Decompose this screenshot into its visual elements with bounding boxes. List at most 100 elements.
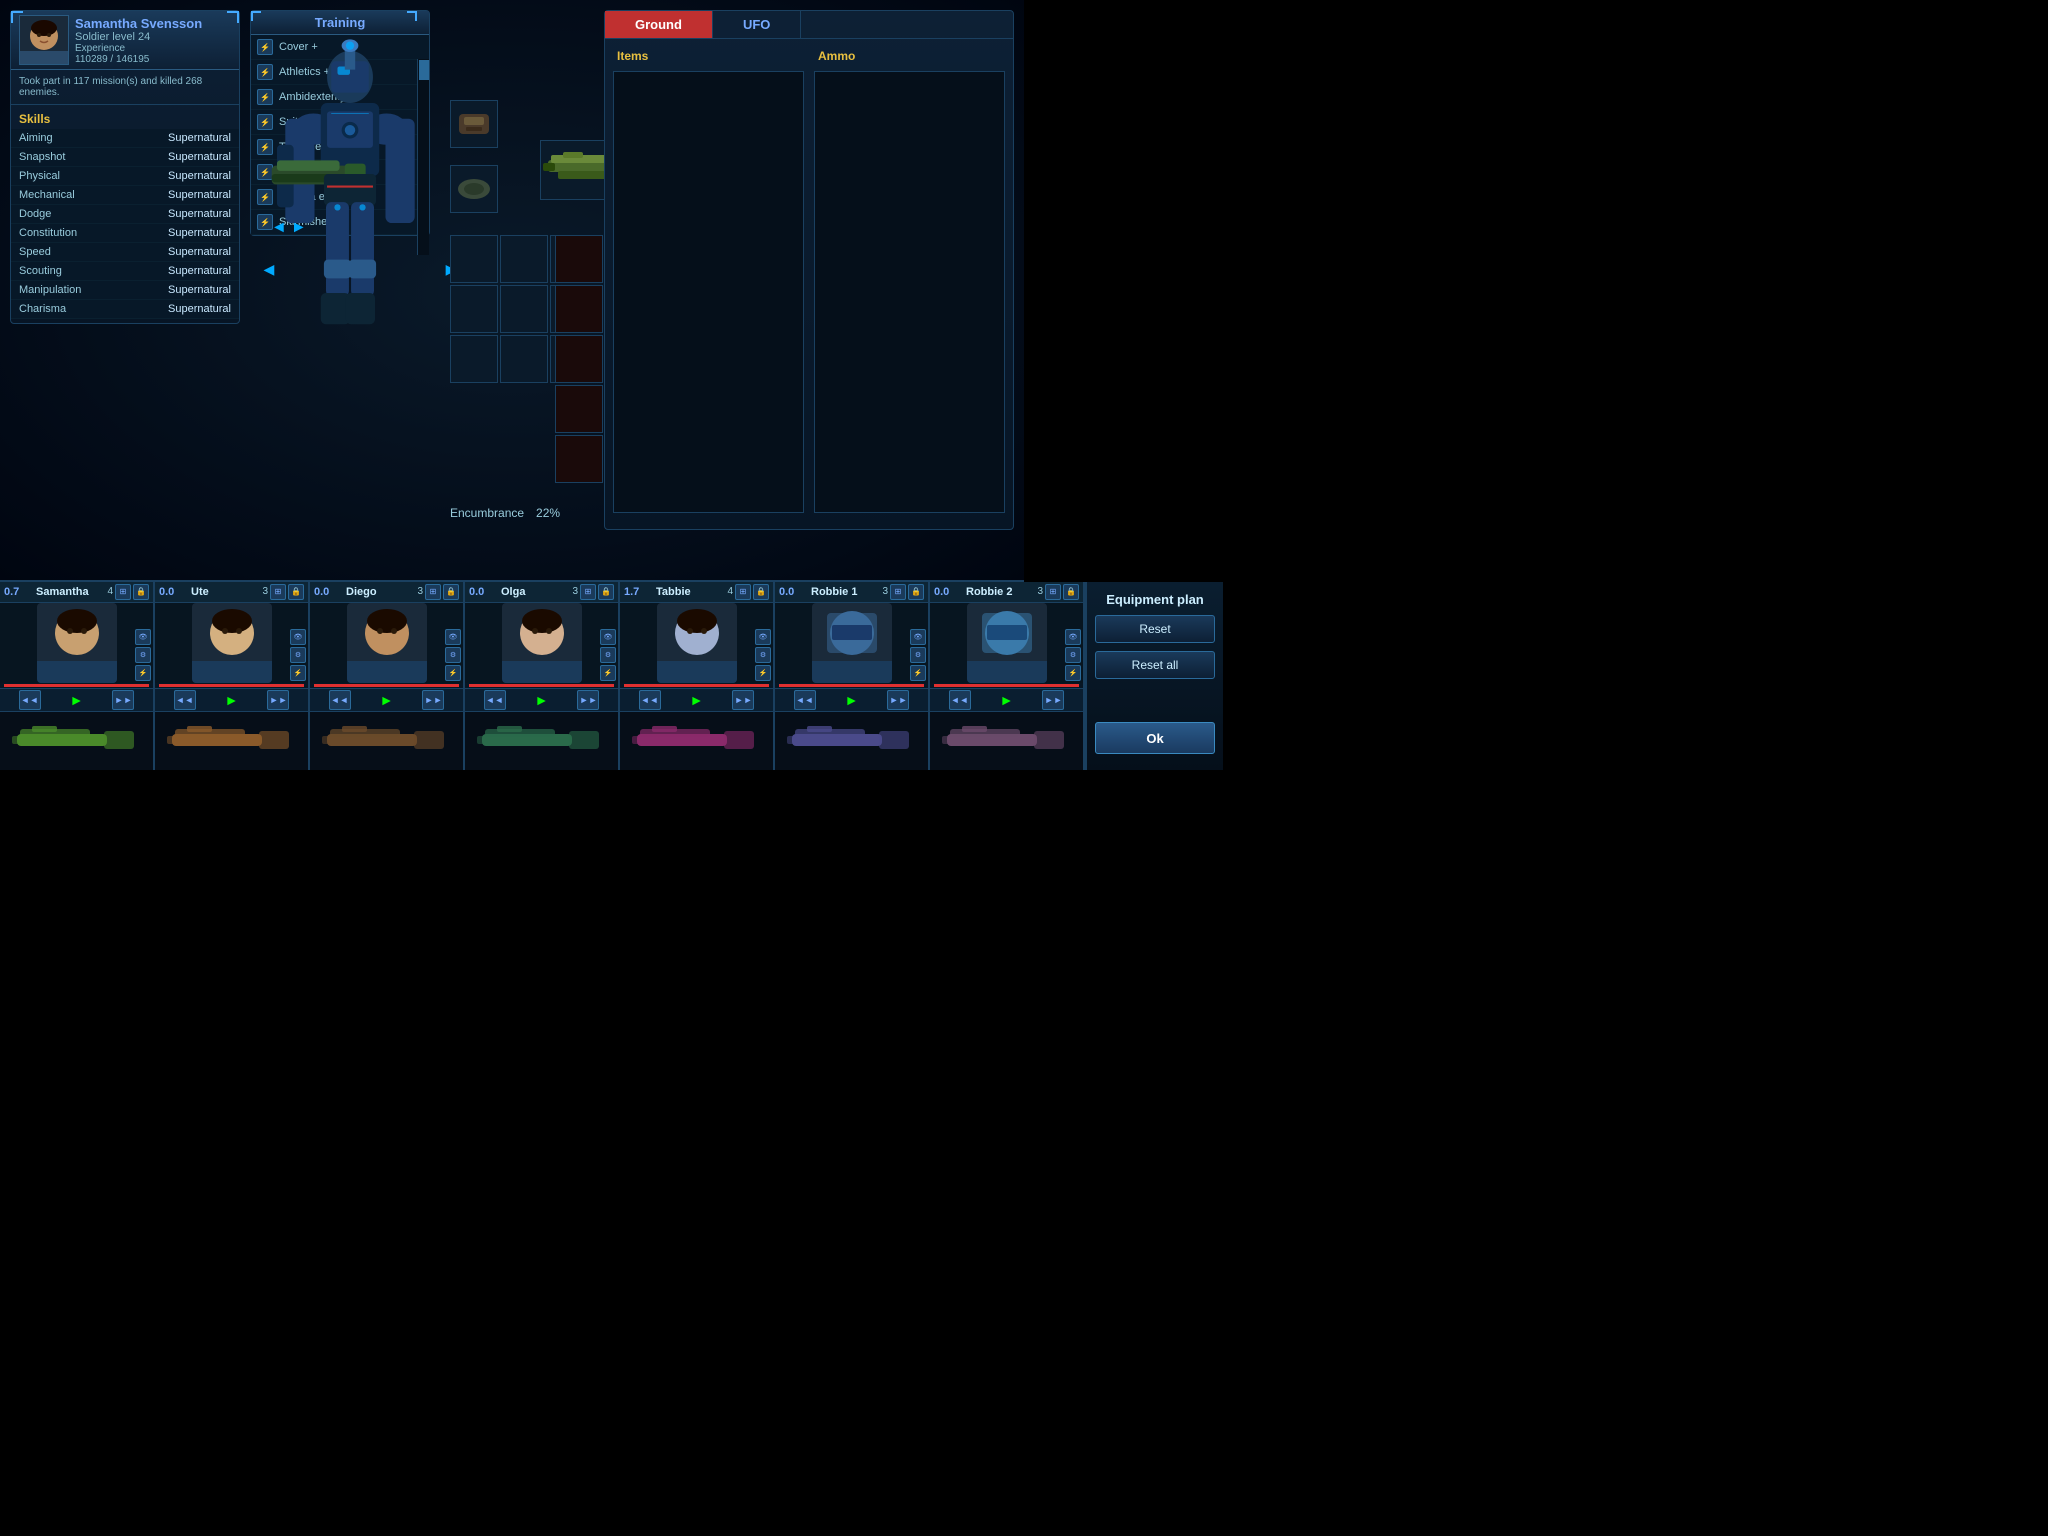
head-slot[interactable] bbox=[450, 100, 498, 148]
action-btn-1[interactable]: ◄◄ bbox=[794, 690, 816, 710]
reset-all-button[interactable]: Reset all bbox=[1095, 651, 1215, 679]
ammo-strip-2[interactable] bbox=[555, 285, 603, 333]
tab-ufo[interactable]: UFO bbox=[713, 11, 801, 38]
skill-name: Physical bbox=[19, 170, 60, 182]
face-portrait bbox=[347, 603, 427, 683]
card-icons: 3 ⊞ 🔒 bbox=[262, 584, 304, 600]
skill-row: CharismaSupernatural bbox=[11, 300, 239, 319]
soldier-card[interactable]: 0.0 Robbie 2 3 ⊞ 🔒 bbox=[930, 582, 1085, 770]
card-actions: ◄◄ ► ►► bbox=[310, 688, 463, 712]
inv-slot-5[interactable] bbox=[500, 285, 548, 333]
items-box[interactable] bbox=[613, 71, 804, 513]
action-btn-1[interactable]: ◄◄ bbox=[484, 690, 506, 710]
soldier-card[interactable]: 0.0 Diego 3 ⊞ 🔒 bbox=[310, 582, 465, 770]
items-label: Items bbox=[613, 47, 804, 65]
card-slot-icon: ⊞ bbox=[425, 584, 441, 600]
card-lock-icon: 🔒 bbox=[1063, 584, 1079, 600]
model-left-arrow[interactable]: ◄ bbox=[260, 260, 278, 281]
skill-row: SpeedSupernatural bbox=[11, 243, 239, 262]
soldier-info: Took part in 117 mission(s) and killed 2… bbox=[11, 70, 239, 105]
side-icon-1: 👁 bbox=[1065, 629, 1081, 645]
action-arrow[interactable]: ► bbox=[535, 692, 549, 708]
action-arrow[interactable]: ► bbox=[70, 692, 84, 708]
soldier-panel: Samantha Svensson Soldier level 24 Exper… bbox=[10, 10, 240, 324]
side-icon-2: ⚙ bbox=[755, 647, 771, 663]
soldier-card[interactable]: 0.7 Samantha 4 ⊞ 🔒 bbox=[0, 582, 155, 770]
action-btn-2[interactable]: ►► bbox=[112, 690, 134, 710]
skill-value: Supernatural bbox=[168, 208, 231, 220]
action-btn-1[interactable]: ◄◄ bbox=[949, 690, 971, 710]
action-arrow[interactable]: ► bbox=[380, 692, 394, 708]
inv-slot-1[interactable] bbox=[450, 235, 498, 283]
tab-bar: Ground UFO bbox=[605, 11, 1013, 39]
skill-name: Snapshot bbox=[19, 151, 65, 163]
action-btn-2[interactable]: ►► bbox=[732, 690, 754, 710]
side-icon-1: 👁 bbox=[445, 629, 461, 645]
card-weapon bbox=[930, 712, 1083, 770]
card-lock-icon: 🔒 bbox=[133, 584, 149, 600]
reset-button[interactable]: Reset bbox=[1095, 615, 1215, 643]
soldier-card[interactable]: 1.7 Tabbie 4 ⊞ 🔒 bbox=[620, 582, 775, 770]
ok-button[interactable]: Ok bbox=[1095, 722, 1215, 754]
soldier-name-block: Samantha Svensson Soldier level 24 Exper… bbox=[75, 16, 231, 65]
skills-section: Skills AimingSupernaturalSnapshotSuperna… bbox=[11, 105, 239, 323]
skill-value: Supernatural bbox=[168, 227, 231, 239]
ammo-strip-3[interactable] bbox=[555, 335, 603, 383]
ammo-strip-5[interactable] bbox=[555, 435, 603, 483]
action-arrow[interactable]: ► bbox=[690, 692, 704, 708]
action-btn-2[interactable]: ►► bbox=[577, 690, 599, 710]
card-name: Robbie 2 bbox=[966, 586, 1033, 598]
card-lock-icon: 🔒 bbox=[753, 584, 769, 600]
card-face: 👁 ⚙ ⚡ bbox=[930, 603, 1083, 683]
skill-name: Aiming bbox=[19, 132, 53, 144]
inv-slot-2[interactable] bbox=[500, 235, 548, 283]
tab-ground[interactable]: Ground bbox=[605, 11, 713, 38]
skills-list: Aiming Supernatural Snapshot Supernatural Ph… bbox=[11, 129, 239, 319]
skill-row: PhysicalSupernatural bbox=[11, 167, 239, 186]
action-btn-1[interactable]: ◄◄ bbox=[19, 690, 41, 710]
inv-slot-4[interactable] bbox=[450, 285, 498, 333]
action-btn-2[interactable]: ►► bbox=[1042, 690, 1064, 710]
soldier-level: Soldier level 24 bbox=[75, 31, 231, 43]
soldier-card[interactable]: 0.0 Ute 3 ⊞ 🔒 bbox=[155, 582, 310, 770]
ammo-box[interactable] bbox=[814, 71, 1005, 513]
hp-bar-container bbox=[934, 684, 1079, 687]
card-name: Diego bbox=[346, 586, 413, 598]
ammo-strip-4[interactable] bbox=[555, 385, 603, 433]
card-name: Samantha bbox=[36, 586, 103, 598]
encumbrance-value: 22% bbox=[536, 506, 560, 520]
card-icons: 3 ⊞ 🔒 bbox=[417, 584, 459, 600]
action-btn-2[interactable]: ►► bbox=[887, 690, 909, 710]
inv-slot-8[interactable] bbox=[500, 335, 548, 383]
ammo-column: Ammo bbox=[814, 47, 1005, 513]
action-arrow[interactable]: ► bbox=[225, 692, 239, 708]
soldier-card[interactable]: 0.0 Olga 3 ⊞ 🔒 bbox=[465, 582, 620, 770]
inv-slot-7[interactable] bbox=[450, 335, 498, 383]
card-score: 0.0 bbox=[934, 586, 962, 598]
card-slot-icon: ⊞ bbox=[270, 584, 286, 600]
side-icon-3: ⚡ bbox=[600, 665, 616, 681]
action-btn-2[interactable]: ►► bbox=[422, 690, 444, 710]
action-btn-1[interactable]: ◄◄ bbox=[639, 690, 661, 710]
soldier-exp: Experience 110289 / 146195 bbox=[75, 43, 231, 65]
action-arrow[interactable]: ► bbox=[845, 692, 859, 708]
action-btn-2[interactable]: ►► bbox=[267, 690, 289, 710]
side-icons: 👁 ⚙ ⚡ bbox=[908, 627, 928, 683]
card-slot-count: 3 bbox=[1037, 586, 1043, 597]
bottom-panel: 0.7 Samantha 4 ⊞ 🔒 bbox=[0, 580, 1024, 768]
action-btn-1[interactable]: ◄◄ bbox=[329, 690, 351, 710]
skill-name: Charisma bbox=[19, 303, 66, 315]
ammo-strip-1[interactable] bbox=[555, 235, 603, 283]
action-arrow[interactable]: ► bbox=[1000, 692, 1014, 708]
side-icon-2: ⚙ bbox=[445, 647, 461, 663]
game-area: Samantha Svensson Soldier level 24 Exper… bbox=[0, 0, 1024, 580]
action-btn-1[interactable]: ◄◄ bbox=[174, 690, 196, 710]
skill-row: ManipulationSupernatural bbox=[11, 281, 239, 300]
side-icons: 👁 ⚙ ⚡ bbox=[133, 627, 153, 683]
skill-value: Supernatural bbox=[168, 265, 231, 277]
soldier-card[interactable]: 0.0 Robbie 1 3 ⊞ 🔒 bbox=[775, 582, 930, 770]
skill-row: DodgeSupernatural bbox=[11, 205, 239, 224]
card-icons: 4 ⊞ 🔒 bbox=[727, 584, 769, 600]
card-lock-icon: 🔒 bbox=[288, 584, 304, 600]
skill-value: Supernatural bbox=[168, 284, 231, 296]
